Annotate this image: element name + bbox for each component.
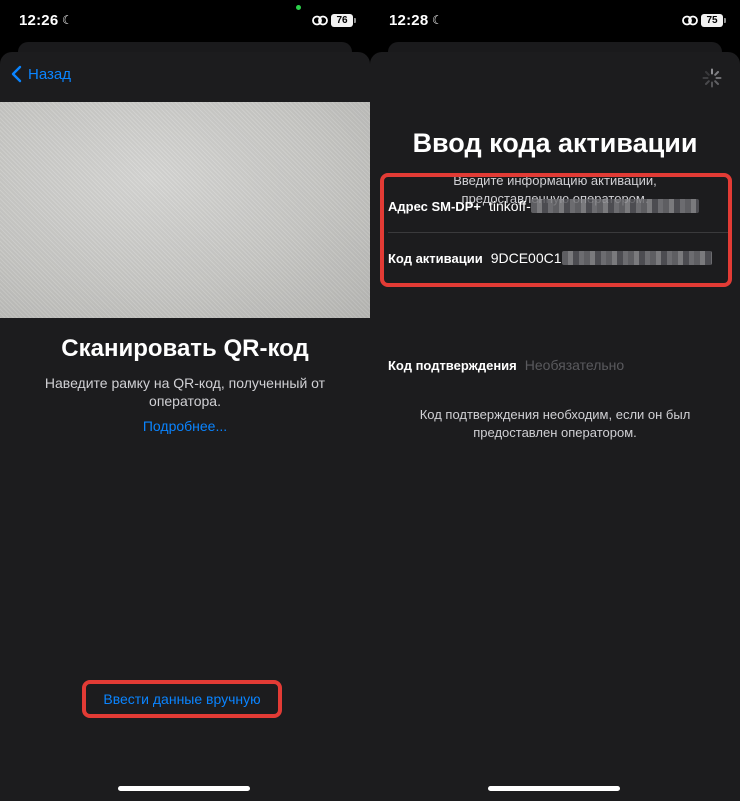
hotspot-link-icon — [312, 15, 328, 26]
back-label: Назад — [28, 65, 71, 83]
status-time: 12:28 — [389, 12, 429, 29]
hotspot-link-icon — [682, 15, 698, 26]
enter-manually-button[interactable]: Ввести данные вручную — [82, 680, 282, 718]
scan-qr-screen: 12:26 ☾ 76 Назад Сканировать QR-код Наве… — [0, 0, 370, 801]
confirmation-code-placeholder: Необязательно — [524, 357, 625, 373]
sm-dp-address-label: Адрес SM-DP+ — [388, 198, 481, 214]
page-title: Сканировать QR-код — [61, 335, 309, 362]
battery-icon: 76 — [331, 14, 356, 27]
activation-code-value: 9DCE00C1 — [490, 250, 562, 266]
confirmation-code-field[interactable]: Код подтверждения Необязательно — [380, 339, 730, 391]
status-bar: 12:28 ☾ 75 — [370, 0, 740, 44]
activation-code-field[interactable]: Код активации 9DCE00C1 — [380, 232, 730, 284]
camera-viewfinder — [0, 102, 370, 318]
more-info-link[interactable]: Подробнее... — [0, 418, 370, 434]
moon-icon: ☾ — [62, 13, 73, 27]
battery-icon: 75 — [701, 14, 726, 27]
chevron-left-icon — [11, 65, 22, 83]
activation-code-screen: 12:28 ☾ 75 Ввод кода активации Введите и… — [370, 0, 740, 801]
sm-dp-address-value: tinkoff- — [488, 198, 531, 214]
home-indicator[interactable] — [488, 786, 620, 791]
confirmation-code-label: Код подтверждения — [388, 357, 517, 373]
camera-indicator-icon — [296, 5, 301, 10]
enter-manually-label: Ввести данные вручную — [103, 691, 261, 707]
sm-dp-address-field[interactable]: Адрес SM-DP+ tinkoff- — [380, 180, 730, 232]
activation-code-label: Код активации — [388, 250, 483, 266]
page-subtitle: Наведите рамку на QR-код, полученный от … — [44, 375, 326, 409]
moon-icon: ☾ — [432, 13, 443, 27]
status-time: 12:26 — [19, 12, 59, 29]
confirmation-note: Код подтверждения необходим, если он был… — [419, 407, 691, 440]
home-indicator[interactable] — [118, 786, 250, 791]
status-bar: 12:26 ☾ 76 — [0, 0, 370, 44]
redacted-block — [561, 251, 712, 265]
loading-spinner-icon — [702, 68, 722, 88]
redacted-block — [530, 199, 699, 213]
page-title: Ввод кода активации — [412, 128, 698, 158]
back-button[interactable]: Назад — [10, 65, 71, 83]
